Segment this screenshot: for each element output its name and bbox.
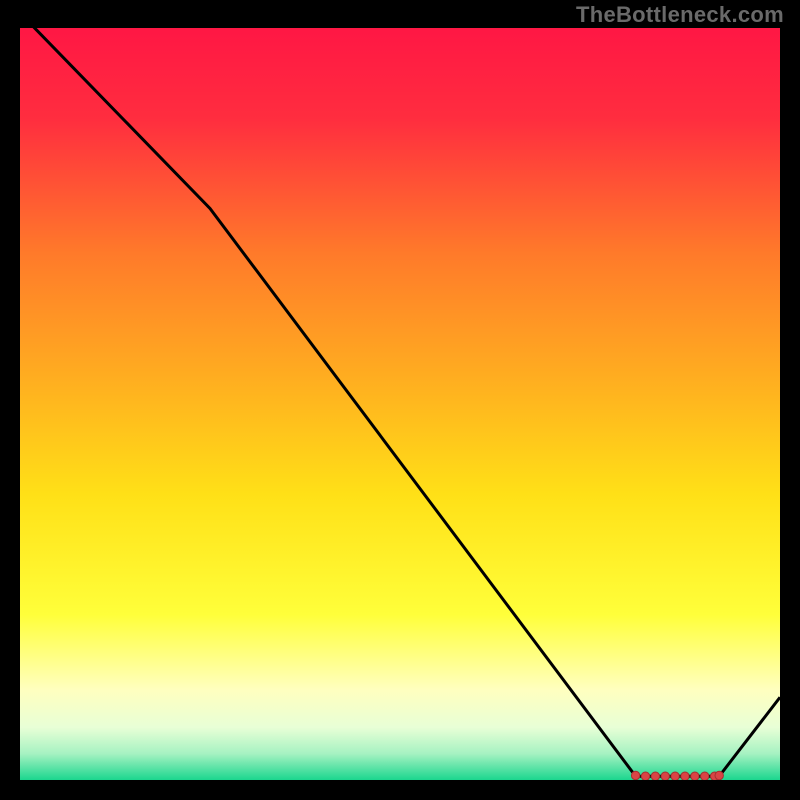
watermark-text: TheBottleneck.com bbox=[576, 2, 784, 28]
optimal-marker bbox=[691, 772, 699, 780]
chart-stage: TheBottleneck.com bbox=[0, 0, 800, 800]
optimal-marker bbox=[661, 772, 669, 780]
optimal-marker bbox=[681, 772, 689, 780]
optimal-marker bbox=[631, 771, 639, 779]
optimal-marker bbox=[701, 772, 709, 780]
plot-frame bbox=[20, 28, 780, 780]
optimal-marker bbox=[671, 772, 679, 780]
optimal-marker bbox=[651, 772, 659, 780]
optimal-marker bbox=[715, 771, 723, 779]
bottleneck-chart bbox=[20, 28, 780, 780]
optimal-marker bbox=[641, 772, 649, 780]
gradient-background bbox=[20, 28, 780, 780]
